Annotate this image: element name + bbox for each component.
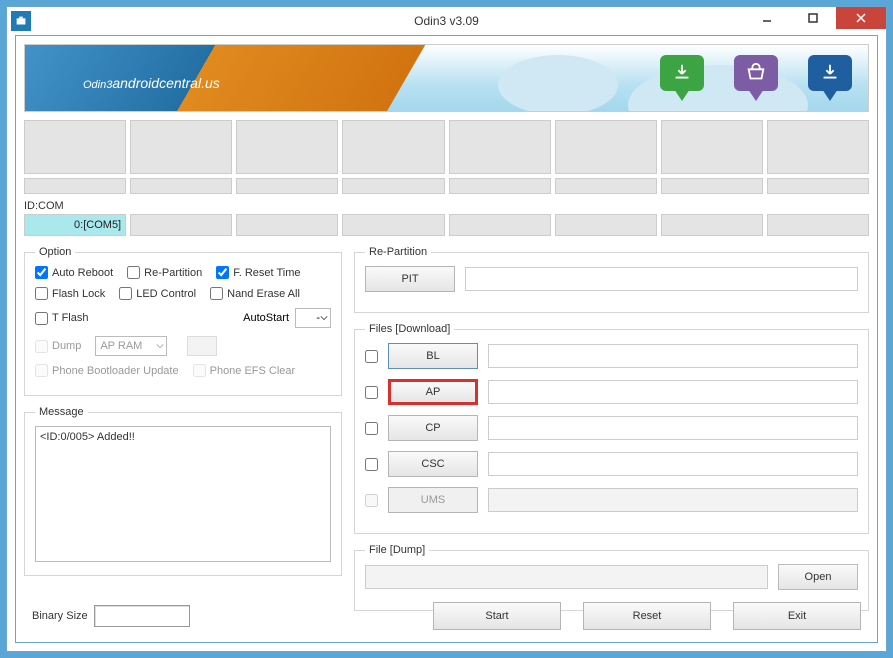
app-icon [11,11,31,31]
com-status-row [24,178,869,194]
pin-icon [654,51,710,107]
com-slot [24,120,126,174]
close-button[interactable] [836,7,886,29]
cloud-decoration [498,55,618,112]
com-status [236,178,338,194]
ap-path[interactable] [488,380,858,404]
dump-checkbox: Dump [35,340,81,353]
autostart-group: AutoStart - [243,308,331,328]
bl-checkbox[interactable] [365,350,378,363]
com-slot [767,120,869,174]
re-partition-legend: Re-Partition [365,246,431,258]
re-partition-group: Re-Partition PIT [354,246,869,313]
com-status [342,178,444,194]
idcom-row: 0:[COM5] [24,214,869,236]
message-group: Message [24,406,342,576]
option-group: Option Auto Reboot Re-Partition F. Reset… [24,246,342,396]
files-download-group: Files [Download] BL AP CP [354,323,869,534]
idcom-slot [236,214,338,236]
autostart-select[interactable]: - [295,308,331,328]
file-dump-path [365,565,768,589]
csc-button[interactable]: CSC [388,451,478,477]
message-legend: Message [35,406,88,418]
cp-checkbox[interactable] [365,422,378,435]
ums-path [488,488,858,512]
com-slot [236,120,338,174]
com-slot [661,120,763,174]
cp-path[interactable] [488,416,858,440]
ap-checkbox[interactable] [365,386,378,399]
maximize-button[interactable] [790,7,836,29]
pit-path[interactable] [465,267,858,291]
window-title: Odin3 v3.09 [414,14,479,28]
content-area: Odin3androidcentral.us ID:COM 0:[COM5] O… [15,35,878,643]
idcom-label: ID:COM [24,200,869,212]
idcom-slot [449,214,551,236]
banner-logo: Odin3androidcentral.us [83,63,220,95]
reset-button[interactable]: Reset [583,602,711,630]
dump-select: AP RAM [95,336,167,356]
file-dump-group: File [Dump] Open [354,544,869,611]
app-window: Odin3 v3.09 Odin3androidcentral.us ID:CO… [6,6,887,652]
idcom-slot [342,214,444,236]
com-slot-row [24,120,869,174]
ums-checkbox [365,494,378,507]
com-status [449,178,551,194]
flash-lock-checkbox[interactable]: Flash Lock [35,287,105,300]
idcom-slot [661,214,763,236]
bl-button[interactable]: BL [388,343,478,369]
com-status [661,178,763,194]
t-flash-checkbox[interactable]: T Flash [35,312,88,325]
autostart-label: AutoStart [243,312,289,324]
idcom-slot [555,214,657,236]
exit-button[interactable]: Exit [733,602,861,630]
files-legend: Files [Download] [365,323,454,335]
pin-icon [802,51,858,107]
com-slot [130,120,232,174]
com-slot [342,120,444,174]
titlebar: Odin3 v3.09 [7,7,886,35]
option-legend: Option [35,246,75,258]
minimize-button[interactable] [744,7,790,29]
dump-value-box [187,336,217,356]
open-button[interactable]: Open [778,564,858,590]
banner: Odin3androidcentral.us [24,44,869,112]
start-button[interactable]: Start [433,602,561,630]
com-status [555,178,657,194]
idcom-slot [767,214,869,236]
com-status [767,178,869,194]
nand-erase-all-checkbox[interactable]: Nand Erase All [210,287,300,300]
led-control-checkbox[interactable]: LED Control [119,287,196,300]
bl-path[interactable] [488,344,858,368]
ums-button: UMS [388,487,478,513]
com-slot [449,120,551,174]
pin-icon [728,51,784,107]
com-slot [555,120,657,174]
auto-reboot-checkbox[interactable]: Auto Reboot [35,266,113,279]
binary-size-label: Binary Size [32,610,88,622]
ap-button[interactable]: AP [388,379,478,405]
re-partition-checkbox[interactable]: Re-Partition [127,266,202,279]
csc-checkbox[interactable] [365,458,378,471]
idcom-slot-active[interactable]: 0:[COM5] [24,214,126,236]
file-dump-legend: File [Dump] [365,544,429,556]
f-reset-time-checkbox[interactable]: F. Reset Time [216,266,300,279]
message-log[interactable] [35,426,331,562]
cp-button[interactable]: CP [388,415,478,441]
binary-size-box [94,605,190,627]
phone-efs-checkbox: Phone EFS Clear [193,364,296,377]
idcom-slot [130,214,232,236]
pit-button[interactable]: PIT [365,266,455,292]
com-status [130,178,232,194]
csc-path[interactable] [488,452,858,476]
phone-bootloader-checkbox: Phone Bootloader Update [35,364,179,377]
com-status [24,178,126,194]
